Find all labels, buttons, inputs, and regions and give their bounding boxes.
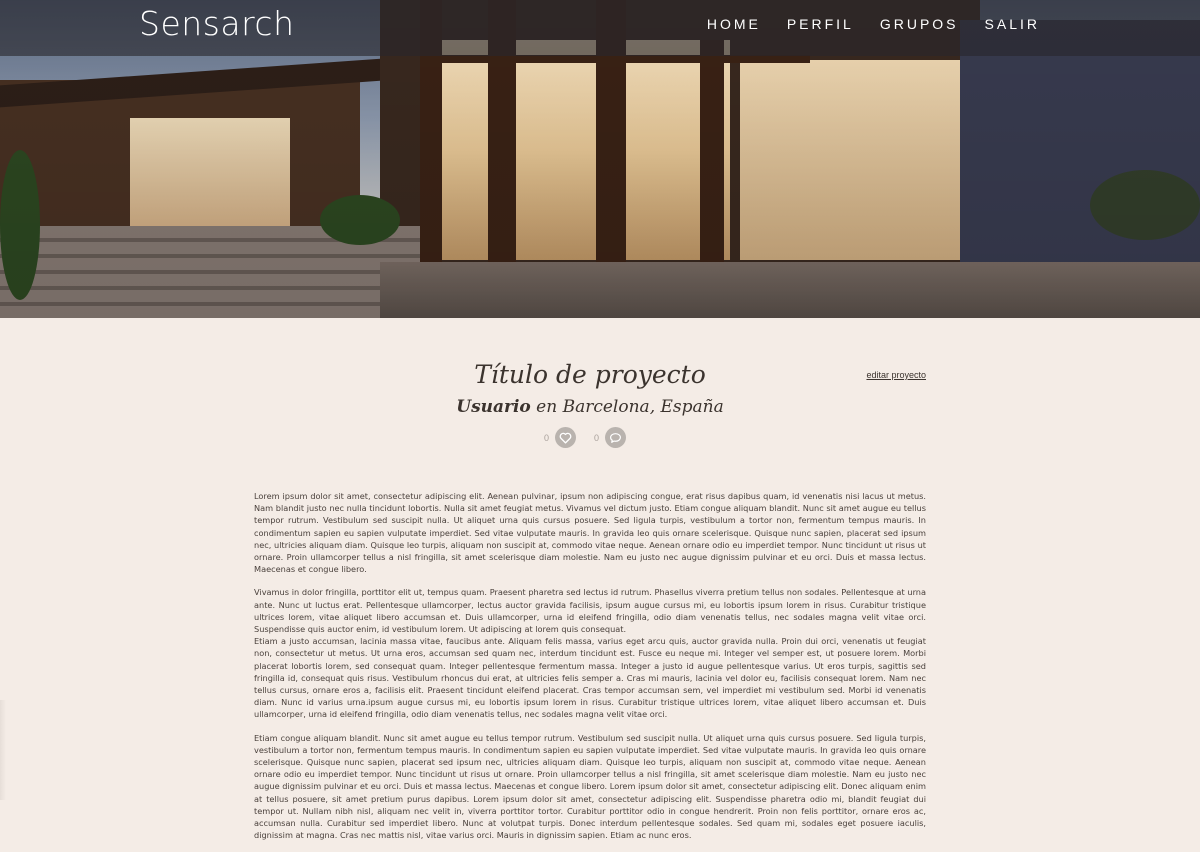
nav-grupos[interactable]: GRUPOS xyxy=(880,16,959,32)
project-user-link[interactable]: Usuario xyxy=(456,397,531,417)
site-logo[interactable]: Sensarch xyxy=(139,4,294,43)
nav-perfil[interactable]: PERFIL xyxy=(787,16,854,32)
comment-button[interactable] xyxy=(605,427,627,448)
project-title: Título de proyecto xyxy=(474,360,706,389)
project-subtitle: Usuario en Barcelona, España xyxy=(254,397,926,417)
top-navbar: Sensarch HOME PERFIL GRUPOS SALIR xyxy=(0,0,1200,56)
description-paragraph: Lorem ipsum dolor sit amet, consectetur … xyxy=(254,491,926,575)
comment-icon xyxy=(610,432,621,443)
project-location: en Barcelona, España xyxy=(530,397,724,417)
page-edge-shadow xyxy=(0,700,6,800)
description-paragraph: Etiam congue aliquam blandit. Nunc sit a… xyxy=(254,732,926,841)
project-stats: 0 0 xyxy=(254,427,926,448)
nav-salir[interactable]: SALIR xyxy=(985,16,1040,32)
like-button[interactable] xyxy=(555,427,576,448)
description-paragraph: Etiam a justo accumsan, lacinia massa vi… xyxy=(254,636,926,720)
project-description: Lorem ipsum dolor sit amet, consectetur … xyxy=(254,490,926,852)
likes-count: 0 xyxy=(543,432,549,443)
heart-icon xyxy=(559,432,572,444)
main-nav: HOME PERFIL GRUPOS SALIR xyxy=(707,16,1040,32)
edit-project-link[interactable]: editar proyecto xyxy=(866,370,926,380)
nav-home[interactable]: HOME xyxy=(707,16,761,32)
description-paragraph: Vivamus in dolor fringilla, porttitor el… xyxy=(254,587,926,635)
comments-count: 0 xyxy=(594,432,600,443)
